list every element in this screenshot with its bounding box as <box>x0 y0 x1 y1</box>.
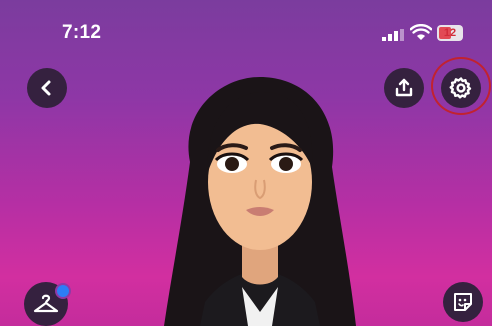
wifi-icon <box>410 24 432 40</box>
signal-icon <box>382 29 404 41</box>
status-bar: 7:12 12 <box>0 0 492 58</box>
gear-icon <box>449 77 472 99</box>
back-button[interactable] <box>27 68 67 108</box>
battery-indicator: 12 <box>437 25 463 41</box>
sticker-face-icon <box>454 293 472 311</box>
hanger-icon <box>33 294 59 313</box>
battery-level: 12 <box>443 27 457 39</box>
share-upload-icon <box>395 78 413 97</box>
share-button[interactable] <box>384 68 424 108</box>
chevron-left-icon <box>41 80 51 96</box>
avatar-image <box>164 77 356 326</box>
notification-dot <box>55 283 71 299</box>
status-time: 7:12 <box>62 22 102 43</box>
settings-button[interactable] <box>441 68 481 108</box>
sticker-button[interactable] <box>443 282 483 322</box>
avatar-screen: 7:12 12 <box>0 0 492 326</box>
